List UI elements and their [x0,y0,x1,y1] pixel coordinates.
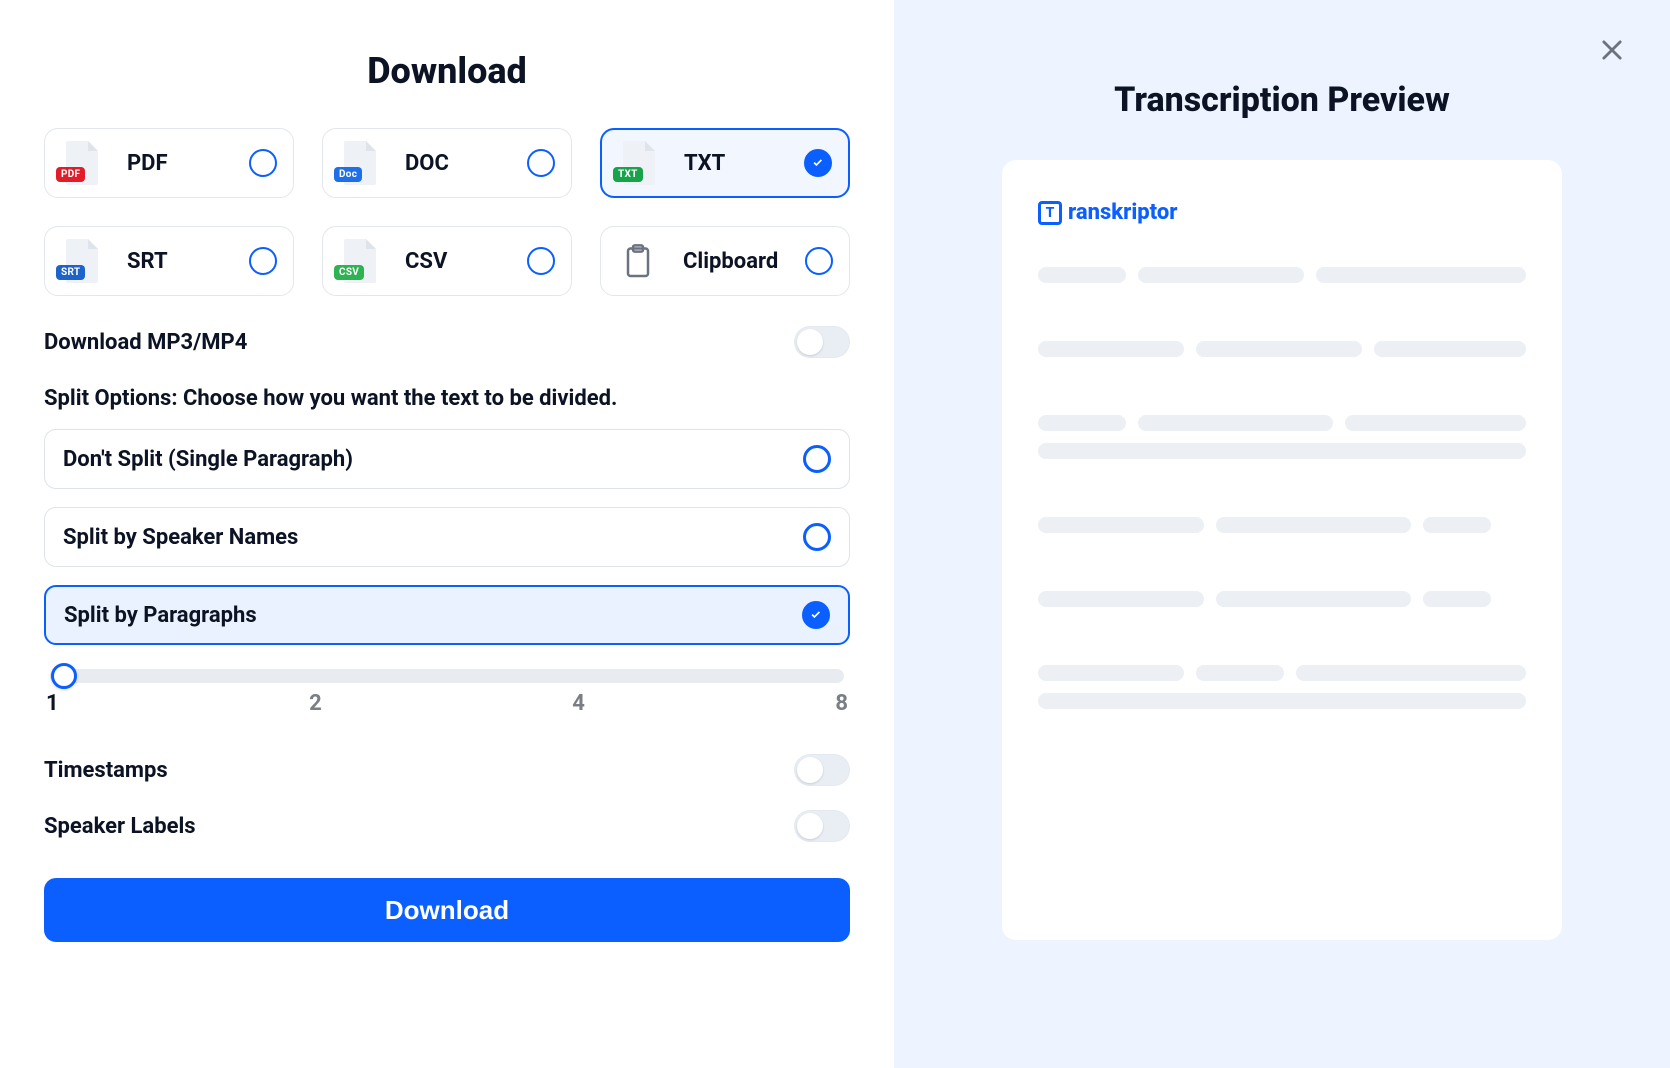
format-label: SRT [127,249,168,274]
radio-icon [527,149,555,177]
slider-tick: 2 [309,691,322,716]
split-options-list: Don't Split (Single Paragraph) Split by … [44,429,850,645]
format-label: CSV [405,249,447,274]
speaker-labels-label: Speaker Labels [44,814,196,839]
format-grid: PDF PDF Doc DOC TXT TXT [44,128,850,296]
download-media-toggle[interactable] [794,326,850,358]
split-option-paragraphs[interactable]: Split by Paragraphs [44,585,850,645]
slider-track[interactable] [50,669,844,683]
radio-icon [803,445,831,473]
preview-skeleton [1038,267,1526,747]
preview-title: Transcription Preview [942,80,1622,120]
format-label: TXT [684,151,725,176]
preview-panel: Transcription Preview T ranskriptor [894,0,1670,1068]
pdf-badge: PDF [56,167,85,182]
pdf-file-icon: PDF [55,136,109,190]
brand-name: ranskriptor [1068,200,1177,225]
split-option-label: Split by Paragraphs [64,603,257,628]
radio-icon [804,149,832,177]
split-option-none[interactable]: Don't Split (Single Paragraph) [44,429,850,489]
slider-thumb[interactable] [51,663,77,689]
timestamps-toggle[interactable] [794,754,850,786]
doc-file-icon: Doc [333,136,387,190]
close-icon[interactable] [1598,36,1626,64]
download-media-label: Download MP3/MP4 [44,330,247,355]
brand-mark-icon: T [1038,201,1062,225]
format-option-csv[interactable]: CSV CSV [322,226,572,296]
download-button[interactable]: Download [44,878,850,942]
brand-logo: T ranskriptor [1038,200,1526,225]
radio-icon [527,247,555,275]
speaker-labels-toggle[interactable] [794,810,850,842]
download-panel: Download PDF PDF Doc DOC TXT [0,0,894,1068]
radio-icon [249,149,277,177]
txt-file-icon: TXT [612,136,666,190]
format-label: Clipboard [683,249,778,274]
slider-tick: 4 [572,691,585,716]
paragraph-slider: 1 2 4 8 [44,659,850,716]
srt-file-icon: SRT [55,234,109,288]
slider-ticks: 1 2 4 8 [44,691,850,716]
format-option-pdf[interactable]: PDF PDF [44,128,294,198]
radio-icon [802,601,830,629]
split-options-label: Split Options: Choose how you want the t… [44,386,850,411]
radio-icon [805,247,833,275]
preview-card: T ranskriptor [1002,160,1562,940]
download-media-row: Download MP3/MP4 [44,326,850,358]
split-option-label: Split by Speaker Names [63,525,298,550]
clipboard-icon [611,234,665,288]
page-title: Download [44,50,850,92]
output-toggles: Timestamps Speaker Labels [44,754,850,842]
slider-tick: 1 [46,691,59,716]
format-label: PDF [127,151,168,176]
doc-badge: Doc [334,167,362,182]
format-option-srt[interactable]: SRT SRT [44,226,294,296]
txt-badge: TXT [613,167,643,182]
format-option-doc[interactable]: Doc DOC [322,128,572,198]
split-option-speaker[interactable]: Split by Speaker Names [44,507,850,567]
timestamps-row: Timestamps [44,754,850,786]
split-option-label: Don't Split (Single Paragraph) [63,447,353,472]
csv-file-icon: CSV [333,234,387,288]
radio-icon [249,247,277,275]
format-option-txt[interactable]: TXT TXT [600,128,850,198]
slider-tick: 8 [835,691,848,716]
format-label: DOC [405,151,449,176]
csv-badge: CSV [334,265,364,280]
timestamps-label: Timestamps [44,758,168,783]
srt-badge: SRT [56,265,85,280]
radio-icon [803,523,831,551]
format-option-clipboard[interactable]: Clipboard [600,226,850,296]
speaker-labels-row: Speaker Labels [44,810,850,842]
